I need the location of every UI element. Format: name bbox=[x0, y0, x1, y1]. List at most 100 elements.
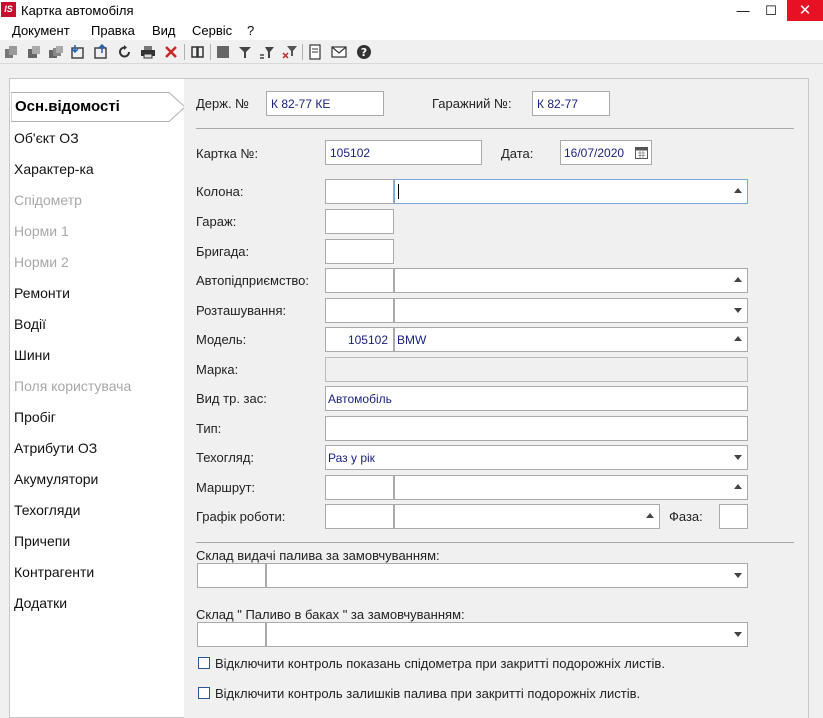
sidebar-item-characteristics[interactable]: Характер-ка bbox=[14, 161, 94, 177]
type-label: Тип: bbox=[196, 421, 222, 436]
chevron-up-icon[interactable] bbox=[734, 188, 742, 193]
sidebar-item-tires[interactable]: Шини bbox=[14, 347, 50, 363]
divider bbox=[196, 128, 794, 129]
sidebar-item-active[interactable]: Осн.відомості bbox=[11, 92, 186, 122]
document-icon[interactable] bbox=[306, 43, 324, 61]
calendar-icon[interactable] bbox=[635, 146, 648, 159]
sidebar-item-repairs[interactable]: Ремонти bbox=[14, 285, 70, 301]
enterprise-label: Автопідприємство: bbox=[196, 273, 310, 288]
minimize-button[interactable]: — bbox=[728, 0, 758, 21]
vehicle-type-field[interactable]: Автомобіль bbox=[325, 386, 748, 411]
book-icon[interactable] bbox=[189, 43, 207, 61]
fuel-warehouse-code-field[interactable] bbox=[197, 563, 266, 588]
schedule-name-combo[interactable] bbox=[394, 504, 660, 529]
phase-label: Фаза: bbox=[669, 509, 703, 524]
column-code-field[interactable] bbox=[325, 179, 394, 204]
enterprise-name-combo[interactable] bbox=[394, 268, 748, 293]
window-title: Картка автомобіля bbox=[21, 3, 134, 18]
mail-icon[interactable] bbox=[330, 43, 348, 61]
route-label: Маршрут: bbox=[196, 480, 256, 495]
maximize-button[interactable]: ☐ bbox=[756, 0, 786, 21]
route-name-combo[interactable] bbox=[394, 475, 748, 500]
date-field[interactable]: 16/07/2020 bbox=[560, 140, 652, 165]
copy-alt-icon[interactable] bbox=[25, 43, 43, 61]
type-field[interactable] bbox=[325, 416, 748, 441]
column-name-combo[interactable] bbox=[394, 179, 748, 204]
disable-speedometer-control-label[interactable]: Відключити контроль показань спідометра … bbox=[215, 656, 665, 671]
card-number-label: Картка №: bbox=[196, 146, 259, 161]
copy-multi-icon[interactable] bbox=[47, 43, 65, 61]
chevron-up-icon[interactable] bbox=[646, 513, 654, 518]
garage-number-field[interactable]: К 82-77 bbox=[532, 91, 610, 116]
export-icon[interactable] bbox=[92, 43, 110, 61]
route-code-field[interactable] bbox=[325, 475, 394, 500]
fuel-warehouse-combo[interactable] bbox=[266, 563, 748, 588]
inspection-combo[interactable]: Раз у рік bbox=[325, 445, 748, 470]
refresh-icon[interactable] bbox=[116, 43, 134, 61]
phase-field[interactable] bbox=[719, 504, 748, 529]
chevron-down-icon[interactable] bbox=[734, 455, 742, 460]
help-icon[interactable]: ? bbox=[355, 43, 373, 61]
sidebar-item-fixed-asset[interactable]: Об'єкт ОЗ bbox=[14, 130, 79, 146]
sidebar-item-asset-attributes[interactable]: Атрибути ОЗ bbox=[14, 440, 97, 456]
date-value: 16/07/2020 bbox=[564, 146, 625, 160]
tank-warehouse-code-field[interactable] bbox=[197, 622, 266, 647]
menu-edit[interactable]: Правка bbox=[91, 23, 135, 38]
chevron-up-icon[interactable] bbox=[734, 277, 742, 282]
enterprise-code-field[interactable] bbox=[325, 268, 394, 293]
sidebar-item-trailers[interactable]: Причепи bbox=[14, 533, 70, 549]
garage-field[interactable] bbox=[325, 209, 394, 234]
menu-help[interactable]: ? bbox=[247, 23, 254, 38]
sidebar-item-attachments[interactable]: Додатки bbox=[14, 595, 67, 611]
disable-fuel-control-label[interactable]: Відключити контроль залишків палива при … bbox=[215, 686, 640, 701]
sidebar-item-speedometer: Спідометр bbox=[14, 192, 82, 208]
card-number-field[interactable]: 105102 bbox=[325, 140, 482, 165]
sidebar-item-drivers[interactable]: Водії bbox=[14, 316, 46, 332]
garage-label: Гараж: bbox=[196, 214, 237, 229]
model-label: Модель: bbox=[196, 332, 247, 347]
vehicle-type-label: Вид тр. зас: bbox=[196, 391, 267, 406]
chevron-down-icon[interactable] bbox=[734, 573, 742, 578]
sidebar-item-mileage[interactable]: Пробіг bbox=[14, 409, 56, 425]
menu-service[interactable]: Сервіс bbox=[192, 23, 232, 38]
reg-number-field[interactable]: К 82-77 КЕ bbox=[266, 91, 384, 116]
sidebar-item-inspections[interactable]: Техогляди bbox=[14, 502, 80, 518]
chevron-up-icon[interactable] bbox=[734, 336, 742, 341]
model-name-value: BMW bbox=[397, 333, 427, 347]
sidebar-item-batteries[interactable]: Акумулятори bbox=[14, 471, 98, 487]
brigade-field[interactable] bbox=[325, 239, 394, 264]
filter-clear-icon[interactable] bbox=[281, 43, 299, 61]
location-code-field[interactable] bbox=[325, 298, 394, 323]
delete-icon[interactable] bbox=[162, 43, 180, 61]
stop-icon[interactable] bbox=[214, 43, 232, 61]
schedule-code-field[interactable] bbox=[325, 504, 394, 529]
disable-speedometer-control-checkbox[interactable] bbox=[198, 657, 210, 669]
location-name-combo[interactable] bbox=[394, 298, 748, 323]
location-label: Розташування: bbox=[196, 303, 287, 318]
sidebar-item-norms-2: Норми 2 bbox=[14, 254, 69, 270]
menu-bar: Документ Правка Вид Сервіс ? bbox=[0, 21, 823, 40]
print-icon[interactable] bbox=[139, 43, 157, 61]
import-icon[interactable] bbox=[69, 43, 87, 61]
model-code-field[interactable]: 105102 bbox=[325, 327, 394, 352]
sidebar-item-counterparties[interactable]: Контрагенти bbox=[14, 564, 94, 580]
schedule-label: Графік роботи: bbox=[196, 509, 286, 524]
tank-warehouse-combo[interactable] bbox=[266, 622, 748, 647]
inspection-label: Техогляд: bbox=[196, 450, 255, 465]
filter-edit-icon[interactable] bbox=[258, 43, 276, 61]
divider bbox=[196, 542, 794, 543]
menu-document[interactable]: Документ bbox=[12, 23, 70, 38]
menu-view[interactable]: Вид bbox=[152, 23, 176, 38]
chevron-down-icon[interactable] bbox=[734, 632, 742, 637]
sidebar-item-norms-1: Норми 1 bbox=[14, 223, 69, 239]
toolbar-separator bbox=[302, 44, 303, 60]
close-button[interactable]: ✕ bbox=[787, 0, 823, 21]
chevron-down-icon[interactable] bbox=[734, 308, 742, 313]
disable-fuel-control-checkbox[interactable] bbox=[198, 687, 210, 699]
model-name-combo[interactable]: BMW bbox=[394, 327, 748, 352]
chevron-up-icon[interactable] bbox=[734, 484, 742, 489]
copy-icon[interactable] bbox=[3, 43, 21, 61]
toolbar-separator bbox=[184, 44, 185, 60]
inspection-value: Раз у рік bbox=[328, 451, 375, 465]
filter-icon[interactable] bbox=[236, 43, 254, 61]
